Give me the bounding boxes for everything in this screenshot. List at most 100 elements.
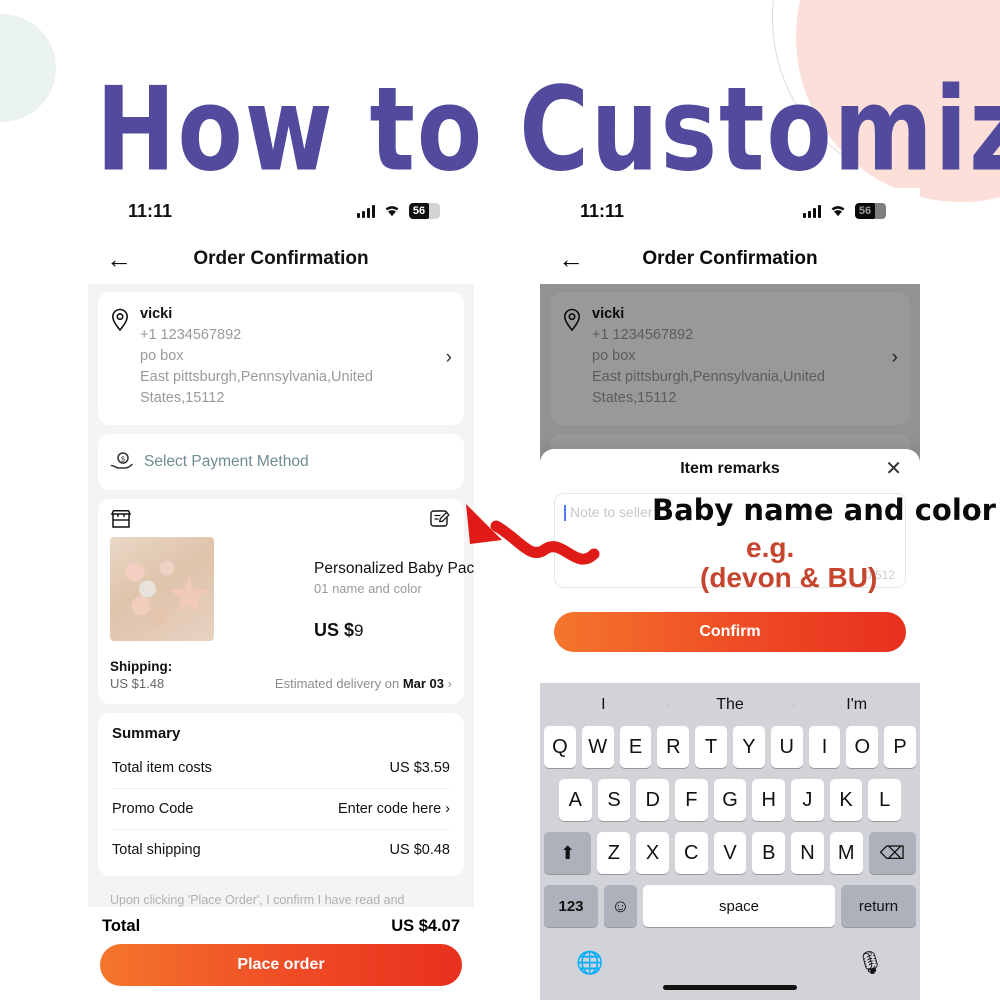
edit-note-icon[interactable] — [430, 509, 450, 533]
back-arrow-icon[interactable]: ← — [558, 246, 584, 272]
status-time: 11:11 — [128, 200, 173, 221]
keyboard-row-1: Q W E R T Y U I O P — [544, 726, 916, 768]
suggestion-item[interactable]: I'm — [793, 696, 920, 714]
keyboard-row-4: 123 ☺ space return — [544, 885, 916, 927]
key-d[interactable]: D — [636, 779, 669, 821]
money-hand-icon: $ — [110, 452, 133, 469]
status-time: 11:11 — [580, 200, 625, 221]
product-thumbnail[interactable] — [110, 537, 214, 641]
suggestion-item[interactable]: I — [540, 696, 667, 714]
payment-method-card[interactable]: $ Select Payment Method — [98, 434, 464, 490]
key-s[interactable]: S — [597, 779, 631, 821]
battery-icon: 56 — [855, 203, 886, 219]
summary-row: Total item costs US $3.59 — [112, 746, 450, 788]
chevron-right-icon[interactable]: › — [446, 347, 452, 369]
key-z[interactable]: Z — [597, 832, 631, 874]
key-w[interactable]: W — [581, 726, 614, 768]
key-b[interactable]: B — [752, 832, 786, 874]
shift-up-icon[interactable]: ⬆ — [543, 832, 592, 874]
space-key[interactable]: space — [643, 885, 835, 927]
keyboard-bottom-bar: 🌐 🎙 — [540, 933, 920, 993]
address-card[interactable]: vicki +1 1234567892 po box East pittsbur… — [550, 292, 910, 425]
key-j[interactable]: J — [791, 779, 824, 821]
key-t[interactable]: T — [695, 726, 727, 768]
microphone-icon[interactable]: 🎙 — [856, 950, 884, 976]
address-line1: po box — [592, 348, 636, 364]
keyboard-row-3: ⬆ Z X C V B N M ⌫ — [543, 832, 917, 874]
suggestion-item[interactable]: The — [666, 696, 794, 714]
phone-screen-left: 11:11 56 ← Order Confirmation vicki +1 1… — [88, 188, 474, 1000]
svg-text:$: $ — [121, 457, 125, 464]
key-g[interactable]: G — [713, 779, 747, 821]
shipping-value: US $1.48 — [110, 676, 165, 691]
key-i[interactable]: I — [808, 726, 841, 768]
modal-title: Item remarks — [680, 460, 780, 477]
return-key[interactable]: return — [841, 885, 916, 927]
shop-icon[interactable] — [110, 509, 132, 534]
key-h[interactable]: H — [752, 779, 786, 821]
summary-row-value: US $0.48 — [389, 842, 450, 858]
backspace-icon[interactable]: ⌫ — [868, 832, 917, 874]
back-arrow-icon[interactable]: ← — [106, 246, 132, 272]
address-phone: +1 1234567892 — [592, 327, 694, 343]
nav-title: Order Confirmation — [193, 248, 369, 269]
status-bar: 11:11 56 — [540, 188, 920, 234]
decor-circle-mint — [0, 14, 56, 122]
key-a[interactable]: A — [558, 779, 592, 821]
address-card[interactable]: vicki +1 1234567892 po box East pittsbur… — [98, 292, 464, 425]
estimated-delivery[interactable]: Estimated delivery on Mar 03 › — [275, 676, 452, 692]
status-bar: 11:11 56 — [88, 188, 474, 234]
promo-code-value[interactable]: Enter code here › — [338, 801, 450, 817]
key-n[interactable]: N — [791, 832, 824, 874]
address-line1: po box — [140, 348, 184, 364]
key-v[interactable]: V — [713, 832, 747, 874]
confirm-button[interactable]: Confirm — [554, 612, 906, 652]
cellular-signal-icon — [357, 204, 375, 218]
product-variant: 01 name and color — [314, 581, 422, 596]
summary-row[interactable]: Promo Code Enter code here › — [112, 788, 450, 829]
address-name: vicki — [140, 306, 173, 322]
annotation-heading: Baby name and color — [652, 493, 996, 527]
key-o[interactable]: O — [846, 726, 879, 768]
summary-card: Summary Total item costs US $3.59 Promo … — [98, 713, 464, 876]
emoji-smiley-icon[interactable]: ☺ — [604, 885, 637, 927]
summary-heading: Summary — [112, 725, 181, 742]
summary-row-value: US $3.59 — [389, 760, 450, 776]
key-y[interactable]: Y — [733, 726, 765, 768]
key-c[interactable]: C — [674, 832, 708, 874]
address-name: vicki — [592, 306, 625, 322]
key-u[interactable]: U — [770, 726, 803, 768]
disclaimer-text: Upon clicking 'Place Order', I confirm I… — [110, 893, 405, 907]
battery-level: 56 — [412, 205, 426, 217]
product-card: Personalized Baby Pacifier Clip Custo···… — [98, 499, 474, 704]
key-l[interactable]: L — [868, 779, 902, 821]
battery-level: 56 — [858, 205, 872, 217]
address-line3: States,15112 — [140, 390, 225, 406]
address-line2: East pittsburgh,Pennsylvania,United — [592, 369, 825, 385]
nav-bar: ← Order Confirmation — [540, 234, 920, 284]
location-pin-icon — [110, 306, 132, 409]
annotation-example-value: (devon & BU) — [700, 562, 878, 593]
summary-row-label: Total item costs — [112, 760, 212, 776]
place-order-button[interactable]: Place order — [100, 944, 462, 986]
globe-icon[interactable]: 🌐 — [576, 950, 603, 976]
close-x-icon[interactable]: ✕ — [885, 459, 902, 479]
key-p[interactable]: P — [884, 726, 916, 768]
location-pin-icon — [562, 306, 584, 409]
key-e[interactable]: E — [619, 726, 652, 768]
key-k[interactable]: K — [829, 779, 863, 821]
key-f[interactable]: F — [675, 779, 708, 821]
keyboard-row-2: A S D F G H J K L — [544, 779, 916, 821]
chevron-right-icon[interactable]: › — [892, 347, 898, 369]
total-label: Total — [102, 917, 141, 935]
key-r[interactable]: R — [657, 726, 690, 768]
red-curved-arrow-icon — [466, 504, 600, 565]
nav-bar: ← Order Confirmation — [88, 234, 474, 284]
key-m[interactable]: M — [829, 832, 863, 874]
on-screen-keyboard: I The I'm Q W E R T Y U I O P A S D F G … — [540, 683, 920, 1000]
cellular-signal-icon — [803, 204, 821, 218]
summary-row: Total shipping US $0.48 — [112, 829, 450, 870]
key-q[interactable]: Q — [544, 726, 576, 768]
numbers-key[interactable]: 123 — [544, 885, 598, 927]
key-x[interactable]: X — [636, 832, 669, 874]
